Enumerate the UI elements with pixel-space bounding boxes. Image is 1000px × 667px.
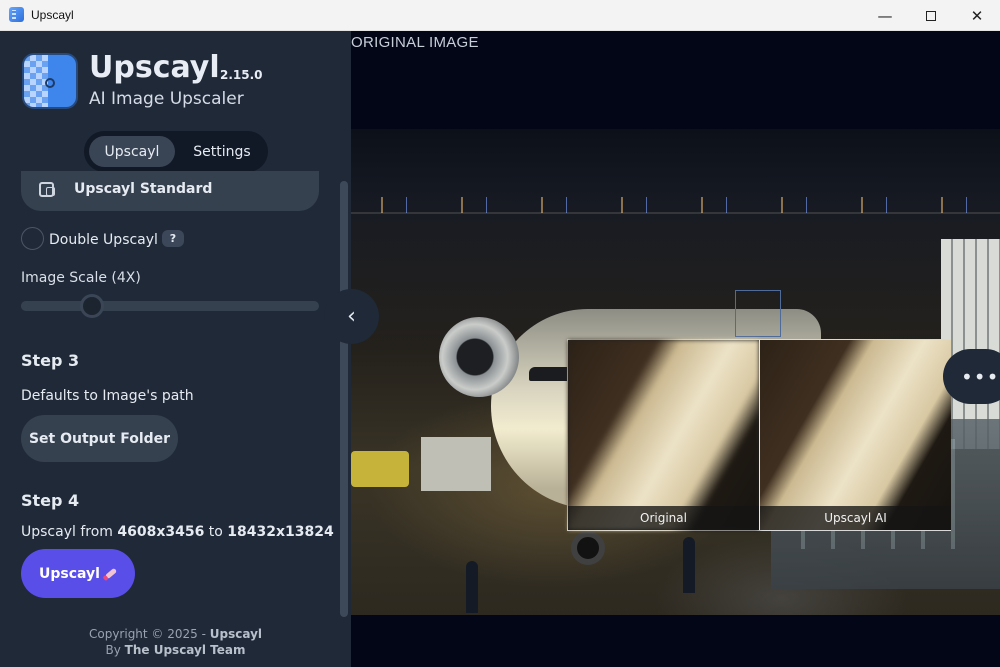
copyright-prefix: Copyright © 2025 - [88,627,210,641]
original-zoom-pane [568,340,759,530]
lens-selection-box[interactable] [735,290,781,337]
tab-settings[interactable]: Settings [179,136,265,167]
sidebar-scrollbar-thumb[interactable] [340,181,348,617]
photo-runway-lights [351,197,1000,213]
comparison-divider [759,340,760,530]
set-output-folder-button[interactable]: Set Output Folder [21,415,178,462]
sidebar: Upscayl 2.15.0 AI Image Upscaler Upscayl… [0,31,351,667]
step3-description: Defaults to Image's path [21,388,194,404]
image-preview-area: ORIGINAL IMAGE Original Upscayl AI [351,31,1000,667]
photo-horizon [351,212,1000,214]
copyright-name: Upscayl [209,627,263,641]
photo-cargo-cart [421,437,491,491]
upscayl-button[interactable]: Upscayl [21,549,135,598]
upscayl-logo [22,53,78,109]
window-title: Upscayl [31,8,74,22]
step4-mid: to [204,524,228,540]
ellipsis-icon: ••• [961,364,1000,389]
copyright-line: Copyright © 2025 - Upscayl [0,626,351,642]
photo-tug-truck [351,451,409,487]
credits-line: By The Upscayl Team [0,642,351,658]
maximize-button[interactable] [908,0,954,31]
copyright-footer: Copyright © 2025 - Upscayl By The Upscay… [0,626,351,658]
double-upscayl-help-badge[interactable]: ? [162,230,184,247]
photo-ground-crew [683,537,695,593]
step4-title: Step 4 [21,491,80,510]
image-scale-slider[interactable] [21,294,319,318]
step3-title: Step 3 [21,351,80,370]
minimize-button[interactable]: — [862,0,908,31]
image-scale-slider-thumb[interactable] [80,294,104,318]
chevron-left-icon: ‹ [347,304,356,329]
rocket-icon [104,567,118,580]
sidebar-tabs: Upscayl Settings [84,131,268,172]
tab-upscayl[interactable]: Upscayl [89,136,175,167]
step4-to-size: 18432x13824 [227,524,334,540]
photo-aircraft-engine [439,317,519,397]
double-upscayl-toggle[interactable] [21,227,44,250]
lens-comparison-popup: Original Upscayl AI [567,339,951,531]
sidebar-scrollbar[interactable] [340,181,348,617]
step4-from-size: 4608x3456 [117,524,205,540]
step4-prefix: Upscayl from [21,524,118,540]
minimize-icon: — [877,6,893,25]
upscayl-button-label: Upscayl [39,565,100,582]
close-icon: ✕ [970,6,984,25]
credits-prefix: By [105,643,125,657]
collapse-sidebar-button[interactable]: ‹ [324,289,379,344]
double-upscayl-label: Double Upscayl [49,232,158,248]
app-name: Upscayl [89,50,220,85]
original-image-label: ORIGINAL IMAGE [351,34,479,51]
model-icon [39,182,55,197]
upscayl-zoom-pane [760,340,951,530]
image-scale-label: Image Scale (4X) [21,270,141,286]
original-image[interactable]: Original Upscayl AI [351,129,1000,615]
close-button[interactable]: ✕ [954,0,1000,31]
model-label: Upscayl Standard [74,181,213,197]
original-caption: Original [568,506,759,530]
maximize-icon [926,10,936,21]
app-version: 2.15.0 [220,68,263,82]
upscayl-caption: Upscayl AI [760,506,951,530]
credits-name: The Upscayl Team [124,643,246,657]
app-icon [9,7,24,22]
photo-ground-crew [466,561,478,613]
more-options-button[interactable]: ••• [943,349,1000,404]
logo-eye-icon [45,78,55,88]
photo-landing-gear [571,531,605,565]
step4-description: Upscayl from 4608x3456 to 18432x13824 [21,524,334,540]
model-select-button[interactable]: Upscayl Standard [21,171,319,211]
app-tagline: AI Image Upscaler [89,89,244,109]
title-bar: Upscayl — ✕ [0,0,1000,31]
